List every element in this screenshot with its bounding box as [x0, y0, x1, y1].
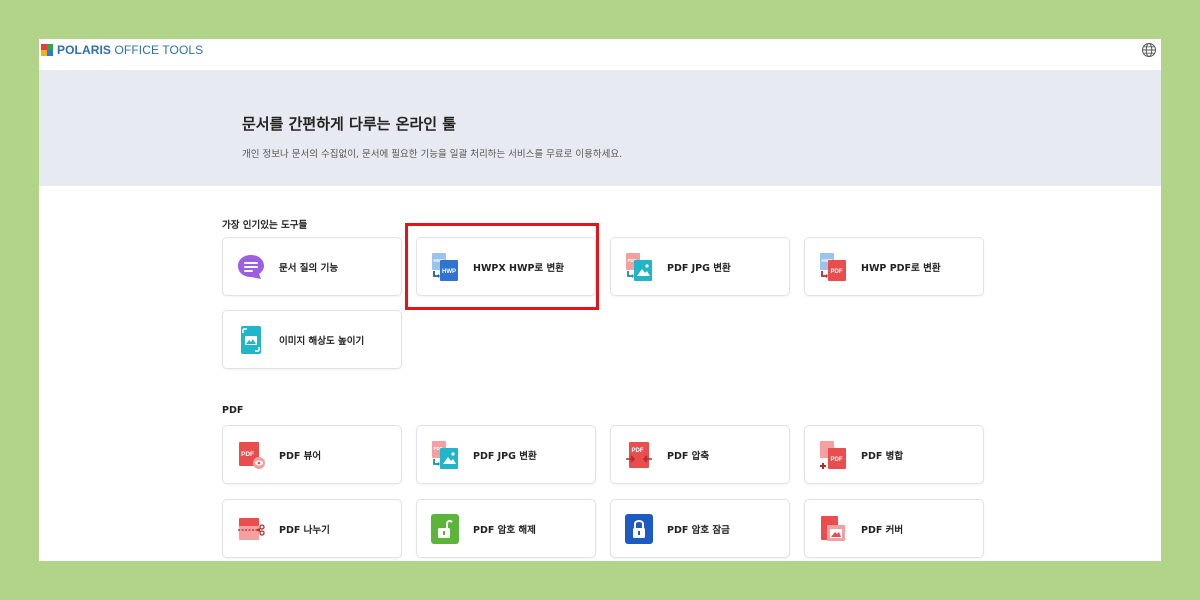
pdf-section-label: PDF — [222, 405, 244, 416]
tool-card-label: HWPX HWP로 변환 — [473, 262, 564, 274]
tool-card-pdf-to-jpg[interactable]: PDF PDF JPG 변환 — [610, 237, 790, 296]
tool-card-label: 문서 질의 기능 — [279, 262, 339, 274]
tool-card-pdf-compress[interactable]: PDF PDF 압축 — [610, 425, 790, 484]
tool-card-label: PDF 병합 — [861, 450, 904, 462]
pdf-split-icon — [238, 517, 265, 540]
tool-card-label: PDF 커버 — [861, 524, 904, 536]
globe-icon[interactable] — [1141, 42, 1157, 58]
top-bar: POLARIS OFFICE TOOLS — [39, 39, 1161, 70]
tool-card-label: PDF 뷰어 — [279, 450, 322, 462]
tool-card-pdf-cover[interactable]: PDF 커버 — [804, 499, 984, 558]
tool-card-label: HWP PDF로 변환 — [861, 262, 941, 274]
pdf-to-jpg-icon: PDF — [432, 440, 458, 469]
logo-text: POLARIS OFFICE TOOLS — [57, 43, 204, 57]
tool-card-document-qa[interactable]: 문서 질의 기능 — [222, 237, 402, 296]
tool-card-label: PDF 암호 잠금 — [667, 524, 730, 536]
svg-text:PDF: PDF — [831, 457, 843, 463]
tool-card-pdf-merge[interactable]: PDF PDF 병합 — [804, 425, 984, 484]
tool-card-label: PDF 나누기 — [279, 524, 330, 536]
polaris-logo[interactable]: POLARIS OFFICE TOOLS — [41, 43, 203, 57]
tool-card-image-upscale[interactable]: 이미지 해상도 높이기 — [222, 310, 402, 369]
popular-section-label: 가장 인기있는 도구들 — [222, 220, 308, 231]
tool-card-label: PDF 압축 — [667, 450, 710, 462]
hero-banner: 문서를 간편하게 다루는 온라인 툴 개인 정보나 문서의 수집없이, 문서에 … — [39, 70, 1161, 186]
page-subtitle: 개인 정보나 문서의 수집없이, 문서에 필요한 기능을 일괄 처리하는 서비스… — [242, 149, 623, 160]
svg-text:PDF: PDF — [632, 448, 644, 454]
tool-card-label: 이미지 해상도 높이기 — [279, 335, 365, 347]
tool-card-pdf-viewer[interactable]: PDF PDF 뷰어 — [222, 425, 402, 484]
svg-text:PDF: PDF — [241, 451, 254, 458]
tool-card-hwpx-to-hwp[interactable]: HWP HWP HWPX HWP로 변환 — [416, 237, 596, 296]
chat-icon — [238, 254, 264, 279]
tool-card-pdf-unlock[interactable]: PDF 암호 해제 — [416, 499, 596, 558]
svg-text:PDF: PDF — [831, 269, 843, 275]
hwp-to-pdf-icon: HWP PDF — [820, 252, 846, 281]
lock-icon — [625, 513, 653, 544]
tool-card-label: PDF JPG 변환 — [473, 450, 537, 462]
page-title: 문서를 간편하게 다루는 온라인 툴 — [242, 115, 457, 133]
pdf-compress-icon: PDF — [626, 441, 652, 468]
app-window: POLARIS OFFICE TOOLS 문서를 간편하게 다루는 온라인 툴 … — [39, 39, 1161, 561]
unlock-icon — [431, 513, 459, 544]
pdf-viewer-icon: PDF — [239, 441, 265, 469]
svg-text:HWP: HWP — [442, 269, 456, 275]
pdf-merge-icon: PDF — [820, 440, 846, 469]
tool-card-label: PDF JPG 변환 — [667, 262, 731, 274]
pdf-to-jpg-icon: PDF — [626, 252, 652, 281]
image-upscale-icon — [241, 325, 261, 354]
tool-card-pdf-split[interactable]: PDF 나누기 — [222, 499, 402, 558]
tool-card-label: PDF 암호 해제 — [473, 524, 536, 536]
tool-card-hwp-to-pdf[interactable]: HWP PDF HWP PDF로 변환 — [804, 237, 984, 296]
tool-card-pdf-to-jpg-2[interactable]: PDF PDF JPG 변환 — [416, 425, 596, 484]
hwpx-to-hwp-icon: HWP HWP — [432, 252, 458, 281]
polaris-logo-icon — [41, 44, 53, 56]
tool-card-pdf-lock[interactable]: PDF 암호 잠금 — [610, 499, 790, 558]
pdf-cover-icon — [821, 515, 845, 541]
